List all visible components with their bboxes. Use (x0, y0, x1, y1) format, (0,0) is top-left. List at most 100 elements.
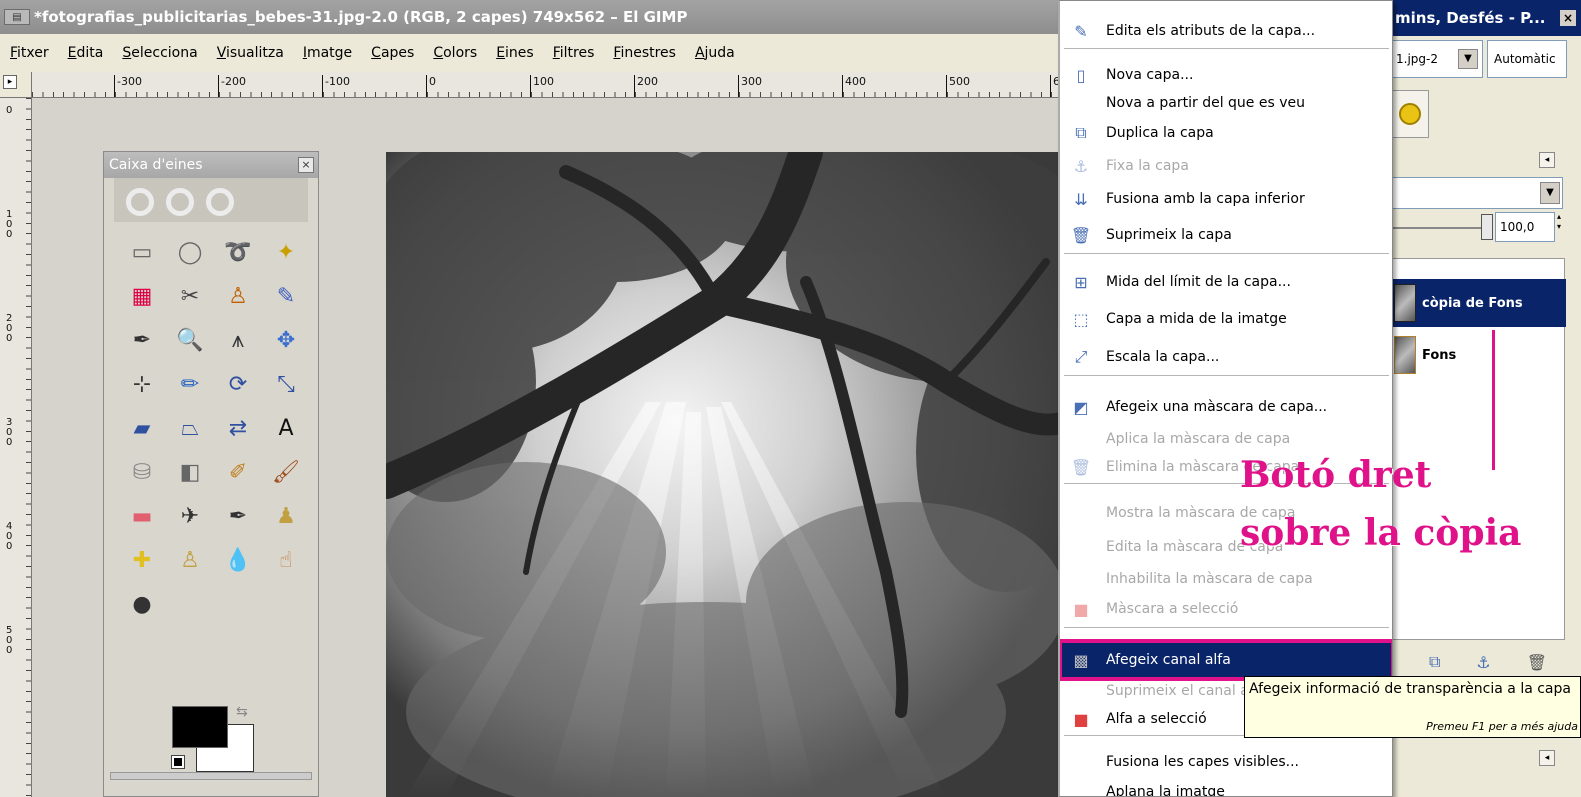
menu-item-duplica-la-capa[interactable]: ⧉ Duplica la capa (1060, 117, 1392, 149)
scale-icon[interactable]: ⤡ (262, 362, 310, 406)
reset-colors-icon[interactable] (171, 755, 185, 769)
tab-layers[interactable] (1391, 90, 1429, 138)
menu-item-fusiona-les-capes-visibles[interactable]: Fusiona les capes visibles... (1060, 746, 1392, 778)
airbrush-icon[interactable]: ✈ (166, 494, 214, 538)
crop-icon[interactable]: ✏ (166, 362, 214, 406)
dodge-burn-icon[interactable]: ● (118, 582, 166, 626)
menu-item-afegeix-canal-alfa[interactable]: ▩ Afegeix canal alfa (1060, 639, 1392, 681)
clone-icon[interactable]: ♟ (262, 494, 310, 538)
color-picker-icon[interactable]: ✒ (118, 318, 166, 362)
perspective-icon[interactable]: ⏢ (166, 406, 214, 450)
rotate-icon-glyph: ⟳ (228, 371, 248, 397)
menu-finestres[interactable]: Finestres (613, 45, 676, 61)
auto-button[interactable]: Automàtic (1487, 40, 1567, 78)
menu-item-aplana-la-imatge[interactable]: Aplana la imatge (1060, 776, 1392, 796)
duplicate-layer-icon[interactable]: ⧉ (1429, 652, 1440, 672)
ruler-tick-label: 200 (634, 75, 658, 97)
menu-item-fixa-la-capa[interactable]: ⚓ Fixa la capa (1060, 150, 1392, 182)
scissors-icon[interactable]: ✂ (166, 274, 214, 318)
ellipse-select-icon[interactable]: ◯ (166, 230, 214, 274)
measure-icon[interactable]: ⩚ (214, 318, 262, 362)
menu-item-label: Mida del límit de la capa... (1106, 274, 1291, 290)
delete-layer-icon[interactable]: 🗑 (1527, 653, 1547, 672)
menu-eines[interactable]: Eines (496, 45, 534, 61)
color-swatches[interactable]: ⇆ (170, 704, 260, 776)
ruler-vertical[interactable]: 0 1 0 0 2 0 0 3 0 0 4 0 0 5 0 0 (0, 98, 32, 797)
ruler-tick-label: 100 (530, 75, 554, 97)
quick-mask-icon[interactable]: ▸ (3, 75, 17, 89)
chevron-down-icon[interactable]: ▼ (1458, 49, 1478, 69)
chevron-down-icon[interactable]: ▼ (1540, 182, 1560, 204)
layer-mode-select[interactable]: ▼ (1391, 177, 1563, 209)
menu-item-fusiona-amb-la-capa-inferior[interactable]: ⇊ Fusiona amb la capa inferior (1060, 183, 1392, 215)
menu-item-inhabilita-la-màscara-de-capa[interactable]: Inhabilita la màscara de capa (1060, 563, 1392, 595)
paths-icon[interactable]: ✎ (262, 274, 310, 318)
menu-item-edita-els-atributs-de-la-capa[interactable]: ✎ Edita els atributs de la capa... (1060, 15, 1392, 47)
toolbox-titlebar[interactable]: Caixa d'eines × (104, 152, 318, 178)
shear-icon[interactable]: ▰ (118, 406, 166, 450)
magic-wand-icon[interactable]: ✦ (262, 230, 310, 274)
flip-icon[interactable]: ⇄ (214, 406, 262, 450)
paintbrush-icon[interactable]: 🖌 (262, 450, 310, 494)
menu-item-nova-a-partir-del-que-es-veu[interactable]: Nova a partir del que es veu (1060, 87, 1392, 119)
image-canvas[interactable] (386, 152, 1064, 797)
zoom-icon[interactable]: 🔍 (166, 318, 214, 362)
lasso-icon[interactable]: ➰ (214, 230, 262, 274)
dock-menu-arrow-icon[interactable]: ◂ (1539, 152, 1555, 168)
menu-edita[interactable]: Edita (68, 45, 104, 61)
menu-fitxer[interactable]: Fitxer (10, 45, 49, 61)
ruler-horizontal[interactable]: -300-200-1000100200300400500600 (32, 72, 1064, 98)
menu-capes[interactable]: Capes (371, 45, 414, 61)
perspective-clone-icon[interactable]: ♙ (166, 538, 214, 582)
ink-icon[interactable]: ✒ (214, 494, 262, 538)
swap-colors-icon[interactable]: ⇆ (236, 704, 248, 720)
opacity-slider-track[interactable] (1391, 227, 1487, 229)
menu-filtres[interactable]: Filtres (553, 45, 595, 61)
close-icon[interactable]: × (1560, 10, 1576, 26)
dock-titlebar[interactable]: mins, Desfés - P... × (1391, 0, 1581, 36)
opacity-slider-handle[interactable] (1481, 214, 1493, 240)
menu-colors[interactable]: Colors (433, 45, 477, 61)
forest-photo (386, 152, 1064, 797)
blur-icon[interactable]: 💧 (214, 538, 262, 582)
menu-selecciona[interactable]: Selecciona (122, 45, 197, 61)
opacity-field[interactable]: 100,0 (1495, 212, 1555, 242)
align-icon[interactable]: ⊹ (118, 362, 166, 406)
opacity-spinner[interactable]: ▴ ▾ (1557, 212, 1567, 242)
text-icon[interactable]: A (262, 406, 310, 450)
pencil-icon[interactable]: ✐ (214, 450, 262, 494)
move-icon[interactable]: ✥ (262, 318, 310, 362)
smudge-icon[interactable]: ☝ (262, 538, 310, 582)
delete-mask-icon: 🗑 (1070, 457, 1092, 477)
menu-item-suprimeix-la-capa[interactable]: 🗑 Suprimeix la capa (1060, 219, 1392, 251)
menu-ajuda[interactable]: Ajuda (695, 45, 735, 61)
bucket-fill-icon[interactable]: ⛁ (118, 450, 166, 494)
lasso-icon-glyph: ➰ (224, 239, 252, 265)
menu-item-afegeix-una-màscara-de-capa[interactable]: ◩ Afegeix una màscara de capa... (1060, 391, 1392, 423)
blend-icon[interactable]: ◧ (166, 450, 214, 494)
opacity-value: 100,0 (1500, 220, 1535, 234)
menu-imatge[interactable]: Imatge (303, 45, 352, 61)
menu-item-màscara-a-selecció[interactable]: ■ Màscara a selecció (1060, 593, 1392, 625)
layer-row-fons[interactable]: Fons (1392, 331, 1566, 379)
foreground-select-icon[interactable]: ♙ (214, 274, 262, 318)
rotate-icon[interactable]: ⟳ (214, 362, 262, 406)
menu-item-label: Fusiona les capes visibles... (1106, 754, 1299, 770)
select-by-color-icon[interactable]: ▦ (118, 274, 166, 318)
heal-icon[interactable]: ✚ (118, 538, 166, 582)
menu-item-mida-del-límit-de-la-capa[interactable]: ⊞ Mida del límit de la capa... (1060, 266, 1392, 298)
dock-menu-arrow-icon[interactable]: ◂ (1539, 750, 1555, 766)
menu-visualitza[interactable]: Visualitza (217, 45, 284, 61)
ruler-corner[interactable]: ▸ (0, 72, 32, 98)
perspective-clone-icon-glyph: ♙ (180, 547, 200, 573)
layer-row-copia-de-fons[interactable]: còpia de Fons (1392, 279, 1566, 327)
close-icon[interactable]: × (298, 157, 314, 173)
rect-select-icon[interactable]: ▭ (118, 230, 166, 274)
layer-to-image-size-icon: ⬚ (1073, 309, 1089, 329)
anchor-layer-icon[interactable]: ⚓ (1476, 653, 1490, 672)
foreground-color-swatch[interactable] (172, 706, 228, 748)
image-select[interactable]: 1.jpg-2 ▼ (1391, 40, 1483, 78)
menu-item-escala-la-capa[interactable]: ⤢ Escala la capa... (1060, 341, 1392, 373)
menu-item-capa-a-mida-de-la-imatge[interactable]: ⬚ Capa a mida de la imatge (1060, 303, 1392, 335)
eraser-icon[interactable]: ▬ (118, 494, 166, 538)
